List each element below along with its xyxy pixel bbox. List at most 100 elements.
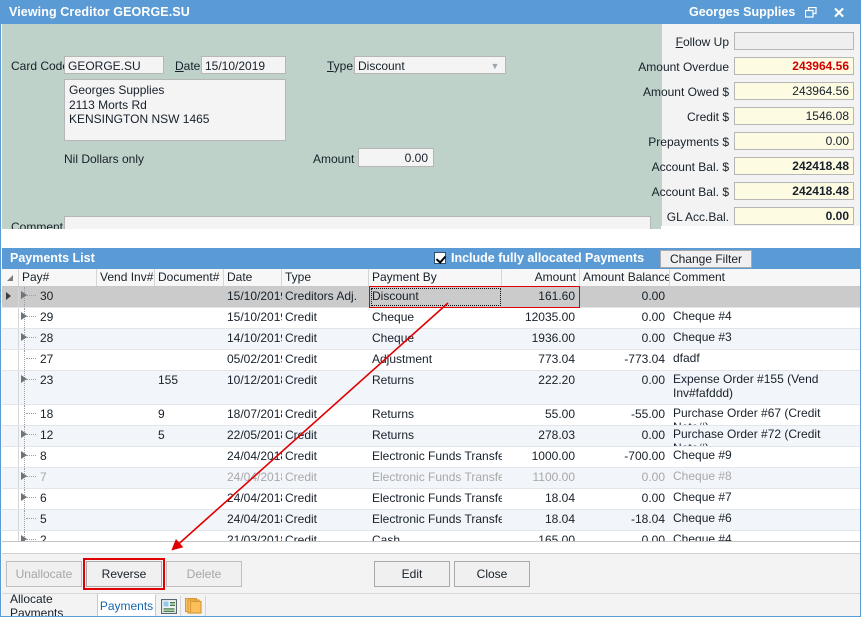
row-indicator-cell[interactable] (2, 371, 19, 404)
row-indicator-cell[interactable] (2, 489, 19, 509)
cell-date[interactable]: 24/04/2018 (224, 510, 282, 530)
cell-doc[interactable] (155, 489, 224, 509)
row-indicator-cell[interactable] (2, 426, 19, 446)
cell-type[interactable]: Creditors Adj. (282, 287, 369, 307)
cell-date[interactable]: 24/04/2018 (224, 468, 282, 488)
card-code-input[interactable]: GEORGE.SU (64, 56, 164, 74)
cell-by[interactable]: Cash (369, 531, 502, 542)
row-indicator-cell[interactable] (2, 308, 19, 328)
grid-corner-cell[interactable] (2, 269, 19, 286)
cell-amount[interactable]: 18.04 (502, 489, 580, 509)
cell-amount[interactable]: 773.04 (502, 350, 580, 370)
cell-comment[interactable]: Purchase Order #72 (Credit Note#) (670, 426, 861, 446)
cell-comment[interactable]: Purchase Order #67 (Credit Note#) (670, 405, 861, 425)
table-row[interactable]: 624/04/2018CreditElectronic Funds Transf… (2, 489, 861, 510)
cell-vend[interactable] (97, 447, 155, 467)
cell-by[interactable]: Electronic Funds Transfer (369, 447, 502, 467)
cell-comment[interactable]: Cheque #4 (670, 308, 861, 328)
row-indicator-cell[interactable] (2, 405, 19, 425)
cell-amount[interactable]: 165.00 (502, 531, 580, 542)
cell-date[interactable]: 24/04/2018 (224, 447, 282, 467)
date-input[interactable]: 15/10/2019 (201, 56, 286, 74)
cell-by[interactable]: Electronic Funds Transfer (369, 510, 502, 530)
tab-allocate-payments[interactable]: Allocate Payments (2, 594, 98, 617)
cell-pay[interactable]: 2 (37, 531, 97, 542)
cell-amount[interactable]: 1000.00 (502, 447, 580, 467)
cell-by[interactable]: Cheque (369, 308, 502, 328)
cell-balance[interactable]: 0.00 (580, 371, 670, 404)
cell-doc[interactable] (155, 287, 224, 307)
follow-up-input[interactable] (734, 32, 854, 50)
cell-comment[interactable]: Cheque #4 (670, 531, 861, 542)
cell-balance[interactable]: 0.00 (580, 468, 670, 488)
cell-doc[interactable] (155, 329, 224, 349)
cell-balance[interactable]: -700.00 (580, 447, 670, 467)
tab-payments[interactable]: Payments (98, 594, 156, 617)
cell-type[interactable]: Credit (282, 405, 369, 425)
cell-vend[interactable] (97, 329, 155, 349)
cell-by[interactable]: Electronic Funds Transfer (369, 489, 502, 509)
row-indicator-cell[interactable] (2, 447, 19, 467)
cell-type[interactable]: Credit (282, 447, 369, 467)
cell-date[interactable]: 15/10/2019 (224, 287, 282, 307)
change-filter-button[interactable]: Change Filter (660, 250, 752, 268)
row-indicator-cell[interactable] (2, 329, 19, 349)
cell-vend[interactable] (97, 287, 155, 307)
cell-vend[interactable] (97, 510, 155, 530)
cell-vend[interactable] (97, 350, 155, 370)
cell-vend[interactable] (97, 426, 155, 446)
cell-balance[interactable]: -773.04 (580, 350, 670, 370)
column-header-payment-by[interactable]: Payment By (369, 269, 502, 286)
cell-pay[interactable]: 7 (37, 468, 97, 488)
cell-doc[interactable] (155, 308, 224, 328)
cell-by[interactable]: Adjustment (369, 350, 502, 370)
cell-amount[interactable]: 161.60 (502, 287, 580, 307)
cell-vend[interactable] (97, 468, 155, 488)
cell-pay[interactable]: 27 (37, 350, 97, 370)
cell-balance[interactable]: -55.00 (580, 405, 670, 425)
cell-comment[interactable]: Cheque #6 (670, 510, 861, 530)
cell-doc[interactable] (155, 510, 224, 530)
cell-doc[interactable] (155, 468, 224, 488)
cell-doc[interactable] (155, 531, 224, 542)
cell-type[interactable]: Credit (282, 510, 369, 530)
close-window-icon[interactable]: ✕ (829, 3, 849, 22)
address-textarea[interactable]: Georges Supplies 2113 Morts Rd KENSINGTO… (64, 79, 286, 141)
table-row[interactable]: 2814/10/2019CreditCheque1936.000.00Chequ… (2, 329, 861, 350)
cell-doc[interactable] (155, 350, 224, 370)
cell-pay[interactable]: 23 (37, 371, 97, 404)
cell-type[interactable]: Credit (282, 350, 369, 370)
column-header-comment[interactable]: Comment (670, 269, 861, 286)
copy-documents-icon[interactable] (182, 596, 206, 616)
table-row[interactable]: 724/04/2018CreditElectronic Funds Transf… (2, 468, 861, 489)
table-row[interactable]: 27 05/02/2019CreditAdjustment773.04-773.0… (2, 350, 861, 371)
cell-pay[interactable]: 5 (37, 510, 97, 530)
column-header-type[interactable]: Type (282, 269, 369, 286)
cell-balance[interactable]: 0.00 (580, 489, 670, 509)
cell-by[interactable]: Cheque (369, 329, 502, 349)
cell-by[interactable]: Returns (369, 371, 502, 404)
chevron-down-icon[interactable]: ▼ (487, 59, 503, 73)
table-row[interactable]: 5 24/04/2018CreditElectronic Funds Transf… (2, 510, 861, 531)
cell-doc[interactable]: 155 (155, 371, 224, 404)
table-row[interactable]: 221/03/2018CreditCash165.000.00Cheque #4 (2, 531, 861, 542)
column-header-vend-inv[interactable]: Vend Inv# (97, 269, 155, 286)
cell-vend[interactable] (97, 489, 155, 509)
cell-type[interactable]: Credit (282, 489, 369, 509)
cell-comment[interactable] (670, 287, 861, 307)
detail-form-icon[interactable] (157, 596, 181, 616)
cell-pay[interactable]: 6 (37, 489, 97, 509)
cell-balance[interactable]: 0.00 (580, 308, 670, 328)
cell-type[interactable]: Credit (282, 371, 369, 404)
cell-date[interactable]: 05/02/2019 (224, 350, 282, 370)
cell-type[interactable]: Credit (282, 329, 369, 349)
amount-input[interactable]: 0.00 (358, 148, 434, 167)
column-header-pay[interactable]: Pay# (19, 269, 97, 286)
table-row[interactable]: 12522/05/2018CreditReturns278.030.00Purc… (2, 426, 861, 447)
cell-date[interactable]: 21/03/2018 (224, 531, 282, 542)
cell-date[interactable]: 14/10/2019 (224, 329, 282, 349)
cell-by[interactable]: Returns (369, 405, 502, 425)
cell-by[interactable]: Returns (369, 426, 502, 446)
row-indicator-cell[interactable] (2, 510, 19, 530)
edit-button[interactable]: Edit (374, 561, 450, 587)
